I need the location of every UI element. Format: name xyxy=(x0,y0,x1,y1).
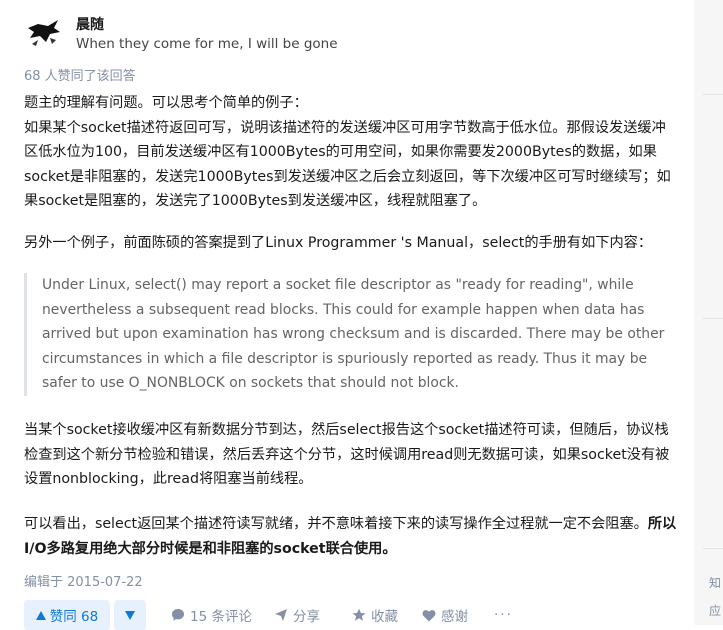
thanks-label: 感谢 xyxy=(441,609,468,625)
rail-text: 应 xyxy=(709,604,722,618)
rail-divider xyxy=(703,548,723,549)
thanks-button[interactable]: 感谢 xyxy=(422,600,468,630)
voters-count[interactable]: 68 人赞同了该回答 xyxy=(24,65,136,84)
vote-up-label: 赞同 68 xyxy=(49,609,99,625)
comments-button[interactable]: 15 条评论 xyxy=(171,600,252,630)
favorite-label: 收藏 xyxy=(371,609,398,625)
favorite-button[interactable]: 收藏 xyxy=(352,600,398,630)
rail-text: 知 xyxy=(709,576,722,590)
edited-date[interactable]: 编辑于 2015-07-22 xyxy=(24,571,143,590)
comments-label: 15 条评论 xyxy=(190,609,252,625)
answer-card: 晨随 When they come for me, I will be gone… xyxy=(0,0,694,630)
more-button[interactable]: ··· xyxy=(494,600,513,630)
author-name[interactable]: 晨随 xyxy=(76,14,104,34)
share-button[interactable]: 分享 xyxy=(274,600,320,630)
share-icon xyxy=(274,608,288,622)
vote-down-button[interactable] xyxy=(114,600,146,630)
vote-up-button[interactable]: 赞同 68 xyxy=(24,600,110,630)
paragraph-3: 当某个socket接收缓冲区有新数据分节到达，然后select报告这个socke… xyxy=(24,422,670,487)
star-icon xyxy=(352,608,366,622)
comment-icon xyxy=(171,608,185,622)
avatar-image xyxy=(24,14,64,54)
manual-quote: Under Linux, select() may report a socke… xyxy=(24,273,672,396)
author-avatar[interactable] xyxy=(24,14,64,54)
paragraph-1: 题主的理解有问题。可以思考个简单的例子： 如果某个socket描述符返回可写，说… xyxy=(24,91,678,214)
rail-divider xyxy=(703,318,723,319)
rail-divider xyxy=(703,94,723,95)
more-icon: ··· xyxy=(494,607,513,623)
share-label: 分享 xyxy=(293,609,320,625)
action-bar: 赞同 68 15 条评论 分享 收藏 感谢 ··· xyxy=(24,600,684,630)
heart-icon xyxy=(422,609,436,622)
paragraph-1-rest: 如果某个socket描述符返回可写，说明该描述符的发送缓冲区可用字节数高于低水位… xyxy=(24,119,671,210)
paragraph-2: 另外一个例子，前面陈硕的答案提到了Linux Programmer 's Man… xyxy=(24,235,653,251)
paragraph-4-text: 可以看出，select返回某个描述符读写就绪，并不意味着接下来的读写操作全过程就… xyxy=(24,516,648,532)
triangle-up-icon xyxy=(35,610,46,620)
paragraph-1-line-1: 题主的理解有问题。可以思考个简单的例子： xyxy=(24,95,308,111)
paragraph-4: 可以看出，select返回某个描述符读写就绪，并不意味着接下来的读写操作全过程就… xyxy=(24,512,678,561)
triangle-down-icon xyxy=(125,610,135,620)
author-info: 晨随 When they come for me, I will be gone xyxy=(24,12,624,56)
author-bio: When they come for me, I will be gone xyxy=(76,36,338,52)
